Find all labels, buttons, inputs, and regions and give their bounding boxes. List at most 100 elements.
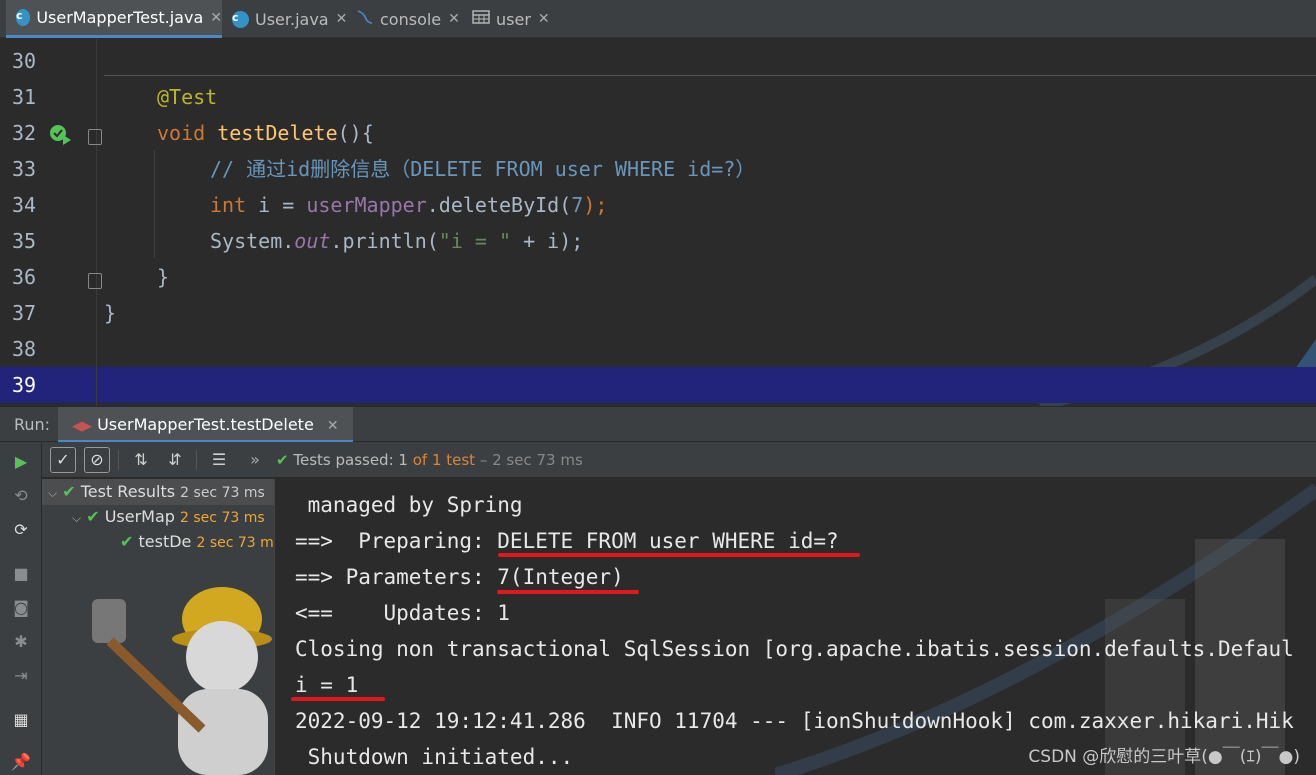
table-icon xyxy=(472,9,490,29)
mascot-illustration xyxy=(92,587,272,775)
editor-tab-bar: c UserMapperTest.java ✕ c User.java ✕ co… xyxy=(0,0,1316,38)
line-number: 35 xyxy=(12,229,37,253)
line-number: 30 xyxy=(12,49,37,73)
rerun-icon[interactable]: ▶ xyxy=(10,451,32,473)
tree-label: testDe xyxy=(138,532,192,551)
run-config-icon: ◀▶ xyxy=(72,419,92,434)
code-line-32: void testDelete(){ xyxy=(157,115,374,151)
tree-label: UserMap xyxy=(104,507,175,526)
code-line-33: // 通过id删除信息（DELETE FROM user WHERE id=?） xyxy=(210,151,755,187)
line-number: 37 xyxy=(12,301,37,325)
watermark: CSDN @欣慰的三叶草(●￣(ｴ)￣●) xyxy=(1028,747,1300,767)
console-line: <== Updates: 1 xyxy=(295,601,510,625)
line-number: 38 xyxy=(12,337,37,361)
tree-item-method[interactable]: ✔ testDe 2 sec 73 ms xyxy=(120,529,274,555)
tree-time: 2 sec 73 ms xyxy=(196,535,274,551)
rerun-failed-icon[interactable]: ⟲ xyxy=(10,485,32,507)
tree-item-class[interactable]: ⌵ ✔ UserMap 2 sec 73 ms xyxy=(72,504,265,530)
console-line: Shutdown initiated... xyxy=(295,745,574,769)
more-chevron-icon[interactable]: » xyxy=(248,447,262,473)
tab-label: user xyxy=(496,9,531,29)
passed-check-icon: ✔ xyxy=(120,532,134,551)
status-of: of 1 test xyxy=(407,451,476,469)
close-icon[interactable]: ✕ xyxy=(538,11,550,27)
run-test-gutter-icon[interactable] xyxy=(48,123,72,145)
code-text: .println( xyxy=(330,229,439,253)
status-prefix: Tests passed: xyxy=(293,451,399,469)
code-editor[interactable]: 30 31 32 33 34 35 36 37 38 39 @Test void… xyxy=(0,39,1316,406)
console-line: 2022-09-12 19:12:41.286 INFO 11704 --- [… xyxy=(295,709,1294,733)
sort-duration-icon[interactable]: ⇵ xyxy=(162,447,188,473)
indent-guide xyxy=(154,150,155,258)
code-line-36: } xyxy=(157,265,170,289)
sort-alpha-icon[interactable]: ⇅ xyxy=(128,447,154,473)
gutter-separator xyxy=(96,39,97,406)
fold-icon[interactable] xyxy=(88,273,102,289)
debug-bug-icon[interactable]: ✱ xyxy=(10,631,32,653)
line-number: 31 xyxy=(12,85,37,109)
camera-icon[interactable]: ◙ xyxy=(10,597,32,619)
code-line-37: } xyxy=(104,301,117,325)
keyword: int xyxy=(210,193,247,217)
toolbar-separator xyxy=(196,450,197,470)
number-literal: 7 xyxy=(571,193,584,217)
tab-console[interactable]: console ✕ xyxy=(352,0,464,38)
close-icon[interactable]: ✕ xyxy=(336,11,348,27)
line-number: 33 xyxy=(12,157,37,181)
code-text: ); xyxy=(583,193,608,217)
code-line-31: @Test xyxy=(157,79,217,115)
stop-icon[interactable]: ■ xyxy=(10,563,32,585)
sql-console-icon xyxy=(356,9,374,29)
method-name: testDelete xyxy=(217,121,338,145)
run-config-label: UserMapperTest.testDelete xyxy=(97,415,314,434)
tab-label: UserMapperTest.java xyxy=(36,8,204,27)
tree-time: 2 sec 73 ms xyxy=(180,485,265,501)
class-run-icon: c xyxy=(16,9,31,26)
field-reference: userMapper xyxy=(306,193,427,217)
tab-usermappertest[interactable]: c UserMapperTest.java ✕ xyxy=(6,0,222,38)
pin-icon[interactable]: 📌 xyxy=(10,751,32,773)
tab-user-java[interactable]: c User.java ✕ xyxy=(226,0,350,38)
static-field: out xyxy=(294,229,331,253)
method-separator xyxy=(104,75,1316,76)
current-line-highlight xyxy=(0,367,1316,403)
console-line: managed by Spring xyxy=(295,493,523,517)
tree-item-test-results[interactable]: ⌵ ✔ Test Results 2 sec 73 ms xyxy=(48,479,265,505)
code-text: System. xyxy=(210,229,295,253)
expand-all-icon[interactable]: ☰ xyxy=(206,447,232,473)
fold-icon[interactable] xyxy=(88,129,102,145)
class-icon: c xyxy=(232,10,249,28)
line-number: 39 xyxy=(12,373,37,397)
line-number: 36 xyxy=(12,265,37,289)
code-text: .deleteById( xyxy=(426,193,572,217)
chevron-down-icon[interactable]: ⌵ xyxy=(72,511,81,525)
test-status: ✔ Tests passed: 1 of 1 test – 2 sec 73 m… xyxy=(276,442,583,478)
close-icon[interactable]: ✕ xyxy=(210,10,222,26)
close-icon[interactable]: ✕ xyxy=(327,418,339,434)
run-config-tab[interactable]: ◀▶ UserMapperTest.testDelete ✕ xyxy=(58,407,353,443)
test-results-tree: ⌵ ✔ Test Results 2 sec 73 ms ⌵ ✔ UserMap… xyxy=(42,479,274,775)
result-underline-annotation xyxy=(291,697,385,701)
code-text: (){ xyxy=(337,121,374,145)
line-number: 34 xyxy=(12,193,37,217)
passed-check-icon: ✔ xyxy=(62,482,76,501)
show-ignored-icon[interactable]: ⊘ xyxy=(84,447,110,473)
code-line-34: int i = userMapper.deleteById(7); xyxy=(210,187,607,223)
console-output[interactable]: managed by Spring ==> Preparing: DELETE … xyxy=(274,479,1316,775)
exit-icon[interactable]: ⇥ xyxy=(10,665,32,687)
toggle-auto-test-icon[interactable]: ⟳ xyxy=(10,519,32,541)
params-underline-annotation xyxy=(497,590,639,594)
chevron-down-icon[interactable]: ⌵ xyxy=(48,486,57,500)
close-icon[interactable]: ✕ xyxy=(448,11,460,27)
show-passed-icon[interactable]: ✓ xyxy=(50,447,76,473)
run-tool-window-header: Run: ◀▶ UserMapperTest.testDelete ✕ xyxy=(0,406,1316,443)
tab-user-table[interactable]: user ✕ xyxy=(468,0,558,38)
line-number: 32 xyxy=(12,121,37,145)
keyword: void xyxy=(157,121,206,145)
toolbar-separator xyxy=(118,450,119,470)
tab-label: User.java xyxy=(255,9,329,29)
passed-check-icon: ✔ xyxy=(86,507,100,526)
layout-icon[interactable]: ▦ xyxy=(10,709,32,731)
tree-label: Test Results xyxy=(80,482,176,501)
status-count: 1 xyxy=(398,451,408,469)
